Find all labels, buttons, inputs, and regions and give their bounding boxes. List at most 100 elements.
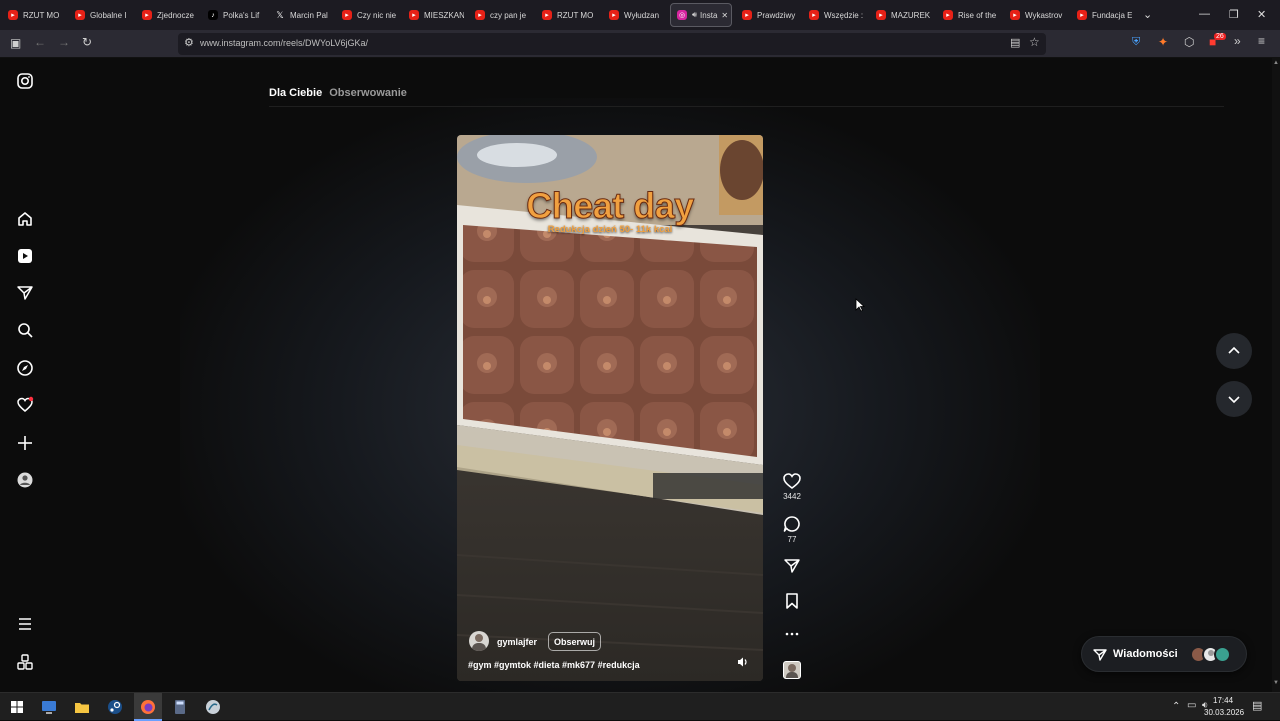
- audio-thumbnail[interactable]: [783, 661, 801, 679]
- browser-tab[interactable]: ▸ Rise of the: [943, 3, 998, 27]
- browser-tab[interactable]: ▸ czy pan je: [475, 3, 530, 27]
- browser-tab[interactable]: ▸ Wyłudzan: [609, 3, 664, 27]
- notifications-icon[interactable]: ▤: [1252, 699, 1262, 712]
- tab-for-you[interactable]: Dla Ciebie: [269, 87, 322, 99]
- browser-tab[interactable]: ▸ Prawdziwy: [742, 3, 797, 27]
- comment-icon[interactable]: [782, 515, 802, 533]
- browser-tab-label: Marcin Pal: [290, 10, 328, 20]
- more-options-icon[interactable]: [782, 628, 802, 640]
- browser-tab-label: Rise of the: [958, 10, 997, 20]
- send-icon[interactable]: [16, 284, 34, 302]
- save-bookmark-icon[interactable]: [782, 592, 802, 610]
- browser-tab[interactable]: ▸ MAZUREK: [876, 3, 931, 27]
- browser-tab[interactable]: ▸ RZUT MO: [542, 3, 597, 27]
- bookmark-star-icon[interactable]: ☆: [1029, 35, 1040, 49]
- windows-start-icon[interactable]: [8, 698, 26, 716]
- calculator-icon[interactable]: [171, 698, 189, 716]
- page-scrollbar[interactable]: ▲ ▼: [1272, 58, 1280, 692]
- hamburger-menu-icon[interactable]: ≡: [1258, 34, 1265, 48]
- reels-icon[interactable]: [16, 247, 34, 265]
- firefox-icon[interactable]: [139, 698, 157, 716]
- clock-time[interactable]: 17:44: [1213, 696, 1233, 705]
- browser-tab-label: Wykastrov: [1025, 10, 1063, 20]
- maximize-button[interactable]: ❐: [1229, 8, 1239, 21]
- browser-tab-label: Polka's Lif: [223, 10, 260, 20]
- browser-tab[interactable]: ♪ Polka's Lif: [208, 3, 263, 27]
- search-icon[interactable]: [16, 321, 34, 339]
- arrow-right-icon[interactable]: →: [58, 35, 70, 49]
- instagram-logo-icon[interactable]: [16, 72, 34, 90]
- browser-tab[interactable]: 𝕏 Marcin Pal: [275, 3, 330, 27]
- notifications-heart-icon[interactable]: [16, 396, 34, 414]
- browser-tab[interactable]: ▸ Wykastrov: [1010, 3, 1065, 27]
- close-window-button[interactable]: ✕: [1257, 8, 1266, 21]
- browser-tab-label: MIESZKAN: [424, 10, 464, 20]
- browser-tab[interactable]: ◎ 🔊︎ Insta ✕: [670, 3, 732, 27]
- reel-caption[interactable]: #gym #gymtok #dieta #mk677 #redukcja: [468, 660, 640, 670]
- previous-reel-button[interactable]: [1216, 333, 1252, 369]
- scroll-up-arrow-icon[interactable]: ▲: [1273, 60, 1279, 68]
- share-send-icon[interactable]: [782, 557, 802, 575]
- remote-desktop-icon[interactable]: [40, 698, 58, 716]
- meta-apps-icon[interactable]: [16, 653, 34, 671]
- reader-mode-icon[interactable]: ▤: [1010, 36, 1020, 49]
- sidebar-toggle-icon[interactable]: ▣: [10, 36, 21, 50]
- reload-icon[interactable]: ↻: [82, 35, 92, 49]
- like-count: 3442: [783, 492, 801, 501]
- youtube-icon: ▸: [8, 10, 18, 20]
- reel-overlay-title: Cheat day: [526, 185, 695, 227]
- speaker-icon[interactable]: [737, 656, 749, 668]
- browser-tab[interactable]: ▸ Zjednocze: [142, 3, 197, 27]
- browser-tab-label: Zjednocze: [157, 10, 194, 20]
- browser-tab[interactable]: ▸ Czy nic nie: [342, 3, 397, 27]
- youtube-icon: ▸: [409, 10, 419, 20]
- browser-tab-label: Wyłudzan: [624, 10, 660, 20]
- tab-following[interactable]: Obserwowanie: [329, 87, 407, 99]
- app-swirl-icon[interactable]: [204, 698, 222, 716]
- browser-tab[interactable]: ▸ MIESZKAN: [409, 3, 464, 27]
- follow-button[interactable]: Obserwuj: [548, 632, 602, 651]
- browser-tab[interactable]: ▸ Fundacja E: [1077, 3, 1132, 27]
- tab-list-chevron-icon[interactable]: ⌄: [1143, 8, 1152, 21]
- browser-tab[interactable]: ▸ Globalne I: [75, 3, 130, 27]
- close-tab-icon[interactable]: ✕: [721, 11, 728, 20]
- x-logo-icon: 𝕏: [276, 9, 284, 20]
- explore-compass-icon[interactable]: [16, 359, 34, 377]
- home-icon[interactable]: [16, 210, 34, 228]
- site-info-icon[interactable]: ⚙: [184, 36, 194, 49]
- author-username[interactable]: gymlajfer: [497, 637, 537, 647]
- windows-taskbar: ⌃ ▭ 🔉︎ 17:44 30.03.2026 ▤: [0, 692, 1280, 721]
- author-avatar[interactable]: [469, 631, 489, 651]
- url-text[interactable]: www.instagram.com/reels/DWYoLV6jGKa/: [200, 38, 368, 48]
- shield-extension-icon[interactable]: ⛨: [1132, 36, 1140, 49]
- address-bar[interactable]: ⚙ www.instagram.com/reels/DWYoLV6jGKa/ ▤…: [178, 33, 1046, 55]
- extension-badge: 26: [1214, 33, 1226, 40]
- reel-video[interactable]: Cheat day Redukcja dzień 50- 11k kcal gy…: [457, 135, 763, 681]
- steam-icon[interactable]: [106, 698, 124, 716]
- create-plus-icon[interactable]: [16, 434, 34, 452]
- browser-tab[interactable]: ▸ Wszędzie :: [809, 3, 864, 27]
- minimize-button[interactable]: —: [1199, 8, 1210, 20]
- youtube-icon: ▸: [542, 10, 552, 20]
- scroll-down-arrow-icon[interactable]: ▼: [1273, 680, 1279, 688]
- messages-button[interactable]: Wiadomości: [1081, 636, 1247, 672]
- browser-tab[interactable]: ▸ RZUT MO: [8, 3, 63, 27]
- clock-date[interactable]: 30.03.2026: [1204, 708, 1244, 717]
- more-menu-icon[interactable]: [16, 615, 34, 633]
- browser-tab-label: Globalne I: [90, 10, 127, 20]
- overflow-chevrons-icon[interactable]: »: [1234, 34, 1241, 48]
- next-reel-button[interactable]: [1216, 381, 1252, 417]
- browser-tab-label: Czy nic nie: [357, 10, 397, 20]
- arrow-left-icon[interactable]: ←: [34, 35, 46, 49]
- profile-avatar-icon[interactable]: [16, 471, 34, 489]
- network-icon[interactable]: ▭: [1187, 700, 1196, 711]
- tray-chevron-up-icon[interactable]: ⌃: [1172, 701, 1180, 712]
- youtube-icon: ▸: [142, 10, 152, 20]
- youtube-icon: ▸: [609, 10, 619, 20]
- fox-extension-icon[interactable]: ✦: [1158, 35, 1168, 49]
- tab-audio-icon[interactable]: 🔊︎: [692, 10, 697, 20]
- file-explorer-icon[interactable]: [73, 698, 91, 716]
- reel-overlay-subtitle: Redukcja dzień 50- 11k kcal: [547, 224, 673, 235]
- like-heart-icon[interactable]: [782, 472, 802, 490]
- extensions-puzzle-icon[interactable]: ⬡: [1184, 35, 1194, 49]
